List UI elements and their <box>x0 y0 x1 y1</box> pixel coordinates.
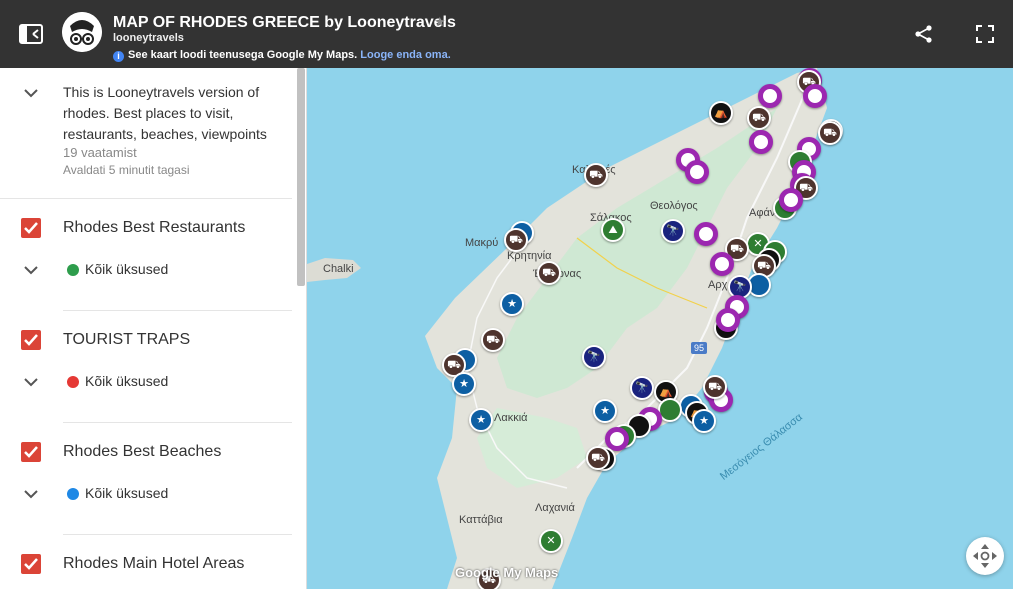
legend-sidebar: This is Looneytravels version of rhodes.… <box>0 68 307 589</box>
map-marker[interactable]: 🔭 <box>582 345 606 369</box>
divider <box>63 422 292 423</box>
layer-title[interactable]: TOURIST TRAPS <box>63 331 190 349</box>
island-shape <box>307 68 827 589</box>
road-number: 95 <box>691 342 708 354</box>
layer-title[interactable]: Rhodes Best Beaches <box>63 443 221 461</box>
layer-checkbox[interactable] <box>21 330 41 350</box>
map-marker[interactable] <box>758 84 782 108</box>
map-marker[interactable]: ⛟ <box>586 446 610 470</box>
restaurant-icon <box>67 264 79 276</box>
map-marker[interactable]: ⛟ <box>481 328 505 352</box>
map-marker[interactable]: ⛟ <box>584 163 608 187</box>
beach-icon <box>67 488 79 500</box>
map-marker[interactable] <box>779 188 803 212</box>
layer-sub-label[interactable]: Kõik üksused <box>85 373 168 389</box>
map-marker[interactable]: ★ <box>452 372 476 396</box>
divider <box>63 310 292 311</box>
map-title: MAP OF RHODES GREECE by Looneytravels <box>113 14 456 31</box>
map-description: This is Looneytravels version of rhodes.… <box>0 68 292 198</box>
map-marker[interactable] <box>710 252 734 276</box>
map-marker[interactable]: ⛰ <box>601 218 625 242</box>
divider <box>0 198 292 199</box>
map-marker[interactable] <box>749 130 773 154</box>
layer-sub-label[interactable]: Kõik üksused <box>85 261 168 277</box>
star-icon[interactable]: ★ <box>434 14 446 30</box>
chevron-down-icon[interactable] <box>24 88 38 98</box>
map-canvas[interactable]: 95 Chalki Θεολόγος Καλυθιές Σάλακος Μακρ… <box>307 68 1013 589</box>
map-marker[interactable]: ⛟ <box>703 375 727 399</box>
place-label: Chalki <box>323 263 354 275</box>
layer-checkbox[interactable] <box>21 218 41 238</box>
map-marker[interactable]: ★ <box>500 292 524 316</box>
place-label: Θεολόγος <box>650 200 698 212</box>
chevron-down-icon[interactable] <box>24 377 38 387</box>
place-label: Καττάβια <box>459 514 503 526</box>
tourist-trap-icon <box>67 376 79 388</box>
map-marker[interactable]: ⛟ <box>537 261 561 285</box>
info-line: i See kaart loodi teenusega Google My Map… <box>113 49 451 62</box>
map-marker[interactable]: ⛟ <box>747 106 771 130</box>
create-own-link[interactable]: Looge enda oma. <box>360 49 450 61</box>
google-my-maps-logo: Google My Maps <box>455 565 559 580</box>
place-label: Μακρύ <box>465 237 499 249</box>
owner-name[interactable]: looneytravels <box>113 32 184 44</box>
map-header: MAP OF RHODES GREECE by Looneytravels ★ … <box>0 0 1013 68</box>
locate-icon[interactable] <box>966 537 1004 575</box>
info-icon: i <box>113 51 124 62</box>
place-label: Λαχανιά <box>535 502 575 514</box>
map-marker[interactable] <box>803 84 827 108</box>
layer-checkbox[interactable] <box>21 442 41 462</box>
description-text: This is Looneytravels version of rhodes.… <box>63 84 267 142</box>
view-count: 19 vaatamist <box>63 145 137 160</box>
map-marker[interactable]: ✕ <box>539 529 563 553</box>
owner-avatar[interactable] <box>62 12 102 52</box>
place-label: Αρχ <box>708 279 728 291</box>
chevron-down-icon[interactable] <box>24 489 38 499</box>
fullscreen-icon[interactable] <box>974 23 996 45</box>
map-marker[interactable]: ★ <box>593 399 617 423</box>
map-marker[interactable]: 🔭 <box>661 219 685 243</box>
sidebar-toggle-icon[interactable] <box>18 22 44 46</box>
sidebar-scrollbar[interactable] <box>297 68 305 286</box>
chevron-down-icon[interactable] <box>24 265 38 275</box>
info-text: See kaart loodi teenusega Google My Maps… <box>128 49 358 61</box>
divider <box>63 534 292 535</box>
map-marker[interactable]: ★ <box>469 408 493 432</box>
layer-title[interactable]: Rhodes Main Hotel Areas <box>63 555 244 573</box>
map-marker[interactable]: ⛺ <box>709 101 733 125</box>
map-marker[interactable] <box>716 308 740 332</box>
map-marker[interactable]: ★ <box>692 409 716 433</box>
map-marker[interactable] <box>694 222 718 246</box>
place-label: Αφάν <box>749 207 776 219</box>
map-marker[interactable] <box>685 160 709 184</box>
map-marker[interactable]: ⛟ <box>818 121 842 145</box>
map-marker[interactable]: 🔭 <box>630 376 654 400</box>
layer-title[interactable]: Rhodes Best Restaurants <box>63 219 245 237</box>
layer-sub-label[interactable]: Kõik üksused <box>85 485 168 501</box>
published-time: Avaldati 5 minutit tagasi <box>63 163 190 177</box>
map-marker[interactable]: ⛟ <box>504 228 528 252</box>
share-icon[interactable] <box>913 23 935 45</box>
layer-checkbox[interactable] <box>21 554 41 574</box>
place-label: Λακκιά <box>494 412 528 424</box>
